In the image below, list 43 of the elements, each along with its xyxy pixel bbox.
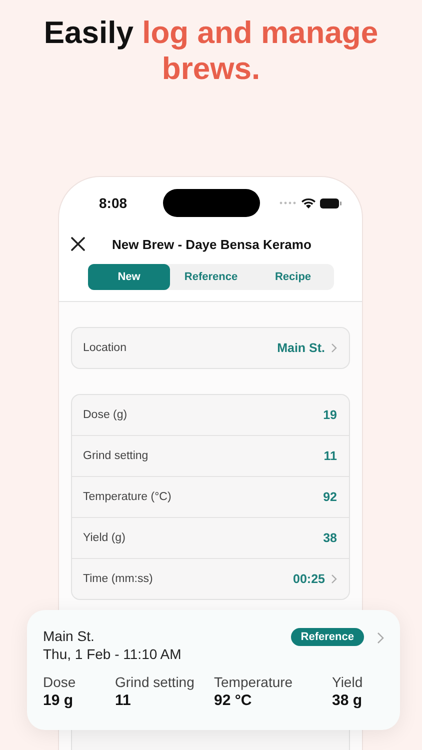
stat-value: 11 xyxy=(115,692,132,709)
brew-datetime: Thu, 1 Feb - 11:10 AM xyxy=(43,646,182,662)
row-label: Yield (g) xyxy=(83,532,126,544)
chevron-icon xyxy=(331,343,337,353)
row-label: Dose (g) xyxy=(83,409,128,421)
reference-card[interactable]: Main St. Thu, 1 Feb - 11:10 AM Reference Dose 19 g Grind setting 11 Temperature 92 °C Yield 38 g xyxy=(27,610,400,730)
row-value: Main St. xyxy=(277,341,325,355)
field-row[interactable]: Grind setting 11 xyxy=(72,435,349,476)
close-icon[interactable] xyxy=(71,237,85,251)
segment-tab[interactable]: Reference xyxy=(170,264,252,290)
row-label: Grind setting xyxy=(83,450,148,462)
row-value: 38 xyxy=(323,531,337,545)
row-value: 00:25 xyxy=(293,572,325,586)
field-row[interactable]: Time (mm:ss) 00:25 xyxy=(72,558,349,599)
status-time: 8:08 xyxy=(99,195,128,211)
row-value: 11 xyxy=(324,449,337,463)
stat-value: 92 °C xyxy=(214,692,253,709)
chevron-icon xyxy=(331,574,337,584)
screen-title: New Brew - Daye Bensa Keramo xyxy=(112,236,312,252)
segment-tab[interactable]: New xyxy=(88,264,170,290)
signal-icon xyxy=(279,201,297,205)
row-label: Location xyxy=(83,342,126,354)
stat-value: 19 g xyxy=(43,692,74,709)
stat-label: Grind setting xyxy=(115,674,196,690)
field-row[interactable]: Temperature (°C) 92 xyxy=(72,476,349,517)
row-label: Time (mm:ss) xyxy=(83,573,153,585)
row-value: 19 xyxy=(323,408,337,422)
field-row[interactable]: Yield (g) 38 xyxy=(72,517,349,558)
row-label: Temperature (°C) xyxy=(83,491,172,503)
chevron-icon xyxy=(377,632,384,644)
location-row[interactable]: Location Main St. xyxy=(72,328,349,368)
stat-label: Yield xyxy=(332,674,363,690)
stat-value: 38 g xyxy=(332,692,363,709)
wifi-icon xyxy=(301,198,316,208)
brew-location: Main St. xyxy=(43,628,96,644)
stat-label: Dose xyxy=(43,674,77,690)
battery-icon xyxy=(320,198,342,208)
headline: Easily log and manage brews. xyxy=(42,14,380,87)
stat-label: Temperature xyxy=(214,674,294,690)
field-row[interactable]: Dose (g) 19 xyxy=(72,395,349,435)
row-value: 92 xyxy=(323,490,337,504)
segment-tab[interactable]: Recipe xyxy=(252,264,334,290)
reference-badge: Reference xyxy=(290,628,364,646)
